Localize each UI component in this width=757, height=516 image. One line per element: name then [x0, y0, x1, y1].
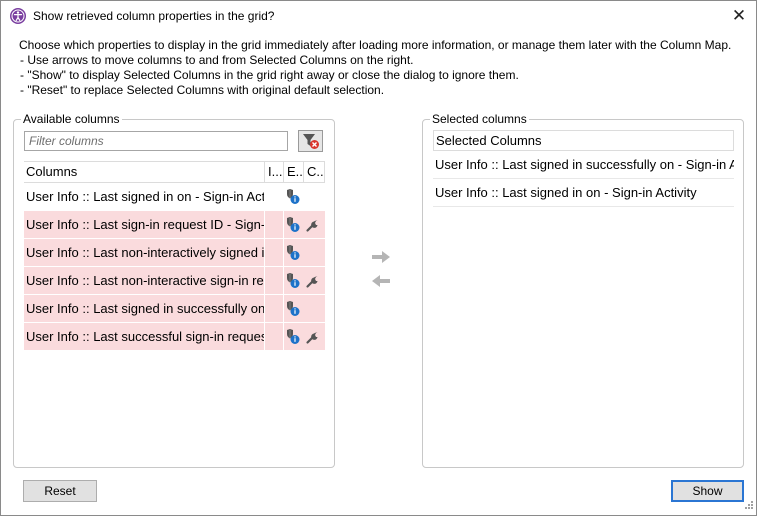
- wrench-icon: [305, 217, 323, 233]
- table-row[interactable]: User Info :: Last non-interactively sign…: [24, 239, 325, 267]
- table-row[interactable]: User Info :: Last sign-in request ID - S…: [24, 211, 325, 239]
- resize-grip-icon[interactable]: [744, 499, 754, 513]
- dialog-title: Show retrieved column properties in the …: [33, 9, 275, 23]
- close-button[interactable]: ✕: [726, 4, 752, 28]
- list-item[interactable]: User Info :: Last signed in successfully…: [433, 151, 734, 179]
- i-cell: [265, 295, 284, 322]
- arrow-left-icon[interactable]: [371, 273, 391, 292]
- shield-info-icon: [284, 300, 304, 318]
- selected-columns-group: Selected columns Selected Columns User I…: [422, 112, 744, 468]
- columns-header[interactable]: Columns: [24, 162, 265, 183]
- table-row[interactable]: User Info :: Last signed in on - Sign-in…: [24, 183, 325, 211]
- dialog-window: Show retrieved column properties in the …: [0, 0, 757, 516]
- table-row[interactable]: User Info :: Last non-interactive sign-i…: [24, 267, 325, 295]
- selected-columns-header[interactable]: Selected Columns: [433, 130, 734, 151]
- i-cell: [265, 323, 284, 350]
- shield-info-icon: [284, 328, 304, 346]
- arrow-right-icon[interactable]: [371, 249, 391, 268]
- wrench-icon: [305, 329, 323, 345]
- selected-columns-legend: Selected columns: [430, 112, 529, 126]
- column-name-cell: User Info :: Last non-interactively sign…: [24, 239, 265, 266]
- column-name-cell: User Info :: Last signed in successfully…: [24, 295, 265, 322]
- i-cell: [265, 211, 284, 238]
- list-item[interactable]: User Info :: Last signed in on - Sign-in…: [433, 179, 734, 207]
- table-row[interactable]: User Info :: Last successful sign-in req…: [24, 323, 325, 351]
- title-bar: Show retrieved column properties in the …: [1, 1, 756, 31]
- available-columns-group: Available columns Columns I... E... C...…: [13, 112, 335, 468]
- table-row[interactable]: User Info :: Last signed in successfully…: [24, 295, 325, 323]
- e-column-header[interactable]: E...: [284, 162, 304, 183]
- filter-clear-button[interactable]: [298, 130, 323, 152]
- reset-button[interactable]: Reset: [23, 480, 97, 502]
- column-name-cell: User Info :: Last successful sign-in req…: [24, 323, 265, 350]
- column-name-cell: User Info :: Last sign-in request ID - S…: [24, 211, 265, 238]
- column-name-cell: User Info :: Last signed in on - Sign-in…: [24, 183, 265, 210]
- selected-columns-list: User Info :: Last signed in successfully…: [433, 151, 734, 207]
- available-columns-legend: Available columns: [21, 112, 122, 126]
- instruction-item: - "Reset" to replace Selected Columns wi…: [20, 83, 385, 97]
- c-cell: [305, 245, 323, 261]
- i-cell: [265, 267, 284, 294]
- i-cell: [265, 183, 284, 210]
- grid-header-row: Columns I... E... C...: [24, 161, 325, 183]
- i-cell: [265, 239, 284, 266]
- user-accessibility-icon: [10, 8, 26, 24]
- c-cell: [305, 189, 323, 205]
- shield-info-icon: [284, 244, 304, 262]
- wrench-icon: [305, 273, 323, 289]
- shield-info-icon: [284, 272, 304, 290]
- instructions-text: Choose which properties to display in th…: [19, 38, 749, 98]
- instruction-item: - "Show" to display Selected Columns in …: [20, 68, 519, 82]
- column-name-cell: User Info :: Last non-interactive sign-i…: [24, 267, 265, 294]
- c-column-header[interactable]: C...: [304, 162, 325, 183]
- available-columns-grid: Columns I... E... C... User Info :: Last…: [24, 161, 325, 351]
- show-button[interactable]: Show: [671, 480, 744, 502]
- filter-clear-icon: [299, 131, 322, 151]
- instructions-intro: Choose which properties to display in th…: [19, 38, 732, 52]
- c-cell: [305, 301, 323, 317]
- i-column-header[interactable]: I...: [265, 162, 284, 183]
- shield-info-icon: [284, 188, 304, 206]
- shield-info-icon: [284, 216, 304, 234]
- instruction-item: - Use arrows to move columns to and from…: [20, 53, 414, 67]
- filter-columns-input[interactable]: [24, 131, 288, 151]
